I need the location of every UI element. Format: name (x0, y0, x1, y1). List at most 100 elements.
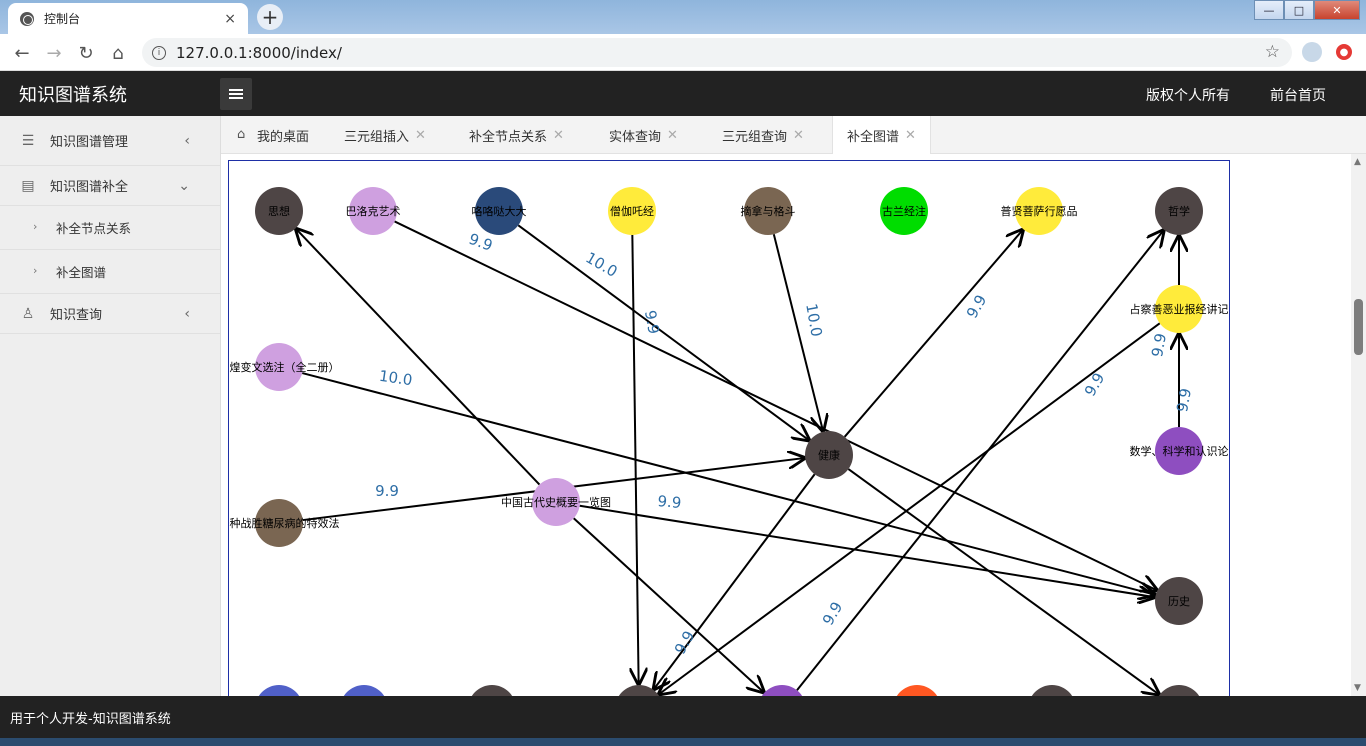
graph-node[interactable] (340, 685, 388, 696)
graph-node-label: 数学、科学和认识论 (1130, 444, 1229, 458)
copyright-link[interactable]: 版权个人所有 (1146, 85, 1230, 105)
graph-node-label: 思想 (268, 204, 290, 218)
graph-node-label: 一种战胜糖尿病的特效法 (229, 516, 340, 530)
edge-weight-label: 9.9 (1148, 332, 1170, 359)
browser-toolbar: ← → ↻ ⌂ i 127.0.0.1:8000/index/ ☆ (0, 34, 1366, 71)
graph-node[interactable] (255, 685, 303, 696)
graph-node-label: 古兰经注 (882, 204, 926, 218)
user-icon: ♙ (21, 306, 35, 322)
edge-weight-label: 10.0 (802, 302, 826, 338)
sidebar-subitem-complete-relations[interactable]: › 补全节点关系 (0, 206, 220, 250)
os-taskbar (0, 738, 1366, 746)
graph-node-label: 咯咯哒大大 (472, 204, 527, 218)
chevron-left-icon: ‹ (184, 306, 190, 322)
window-controls: — □ ✕ (1254, 0, 1360, 20)
sidebar-item-kg-manage[interactable]: ☰ 知识图谱管理 ‹ (0, 116, 220, 166)
edge-weight-label: 9.9 (671, 628, 699, 658)
tab-label: 补全节点关系 (469, 129, 548, 145)
frontend-home-link[interactable]: 前台首页 (1270, 85, 1326, 105)
scroll-down-icon[interactable]: ▼ (1354, 683, 1361, 693)
tab-label: 三元组插入 (344, 129, 410, 145)
tab-entity-query[interactable]: 实体查询 ✕ (609, 116, 678, 154)
chevron-right-icon: › (33, 220, 38, 233)
app-header: 知识图谱系统 版权个人所有 前台首页 (0, 71, 1366, 116)
scrollbar-thumb[interactable] (1354, 299, 1363, 355)
graph-node[interactable] (893, 685, 941, 696)
back-icon[interactable]: ← (11, 42, 33, 64)
graph-edge (517, 224, 809, 440)
graph-node[interactable] (468, 685, 516, 696)
new-tab-button[interactable]: + (257, 4, 283, 30)
tab-label: 补全图谱 (847, 130, 900, 145)
sidebar-subitem-complete-graph[interactable]: › 补全图谱 (0, 250, 220, 294)
graph-edge (847, 468, 1158, 694)
close-window-button[interactable]: ✕ (1314, 0, 1360, 20)
main-content: 9.9 10.0 9.9 10.0 9.9 9.9 9.9 10.0 9.9 9.9 9.9 9.9 9… (221, 154, 1351, 696)
edge-weight-label: 9.9 (1173, 387, 1195, 414)
extension-icon[interactable]: ● (1336, 44, 1352, 60)
list-icon: ☰ (21, 133, 35, 149)
tab-label: 我的桌面 (257, 129, 310, 145)
graph-node-label: 健康 (818, 448, 840, 462)
close-icon[interactable]: ✕ (415, 128, 426, 143)
graph-node-label: 巴洛克艺术 (346, 204, 401, 218)
graph-node-label: 占察善恶业报经讲记 (1130, 302, 1229, 316)
edge-weight-label: 9.9 (375, 482, 399, 500)
globe-icon (20, 11, 34, 26)
footer: 用于个人开发-知识图谱系统 (0, 696, 1366, 738)
graph-node[interactable] (1155, 685, 1203, 696)
info-icon[interactable]: i (152, 45, 166, 60)
graph-svg[interactable]: 9.910.09.9 10.0 9.99.99.910.09.99.99.99.99… (229, 161, 1230, 696)
sidebar-item-knowledge-query[interactable]: ♙ 知识查询 ‹ (0, 294, 220, 334)
edge-weight-label: 9.9 (819, 599, 847, 629)
tab-complete-graph[interactable]: 补全图谱 ✕ (832, 116, 931, 155)
vertical-scrollbar[interactable]: ▲ ▼ (1351, 154, 1366, 696)
browser-tab-title: 控制台 (44, 12, 81, 26)
scroll-up-icon[interactable]: ▲ (1354, 157, 1361, 167)
chevron-right-icon: › (33, 264, 38, 277)
sidebar: ☰ 知识图谱管理 ‹ ▤ 知识图谱补全 ⌄ › 补全节点关系 › 补全图谱 ♙ … (0, 116, 221, 696)
browser-tab[interactable]: 控制台 × (8, 3, 248, 34)
sidebar-item-label: 知识图谱补全 (50, 180, 129, 195)
sidebar-subitem-label: 补全节点关系 (56, 221, 132, 236)
graph-node-label: 僧伽吒经 (610, 204, 654, 218)
forward-icon[interactable]: → (43, 42, 65, 64)
chevron-down-icon: ⌄ (178, 178, 190, 194)
close-icon[interactable]: ✕ (667, 128, 678, 143)
edge-weight-label: 9.9 (657, 492, 682, 512)
tab-my-desktop[interactable]: ⌂ 我的桌面 (237, 116, 309, 154)
close-icon[interactable]: ✕ (905, 128, 916, 143)
sidebar-subitem-label: 补全图谱 (56, 265, 107, 280)
graph-node-label: 普贤菩萨行愿品 (1001, 204, 1078, 218)
sidebar-item-label: 知识图谱管理 (50, 135, 129, 150)
brand-title: 知识图谱系统 (19, 85, 127, 106)
browser-titlebar: 控制台 × + — □ ✕ (0, 0, 1366, 34)
sidebar-item-kg-complete[interactable]: ▤ 知识图谱补全 ⌄ (0, 166, 220, 206)
graph-node[interactable] (1028, 685, 1076, 696)
reload-icon[interactable]: ↻ (75, 42, 97, 64)
graph-edge (659, 322, 1161, 694)
minimize-button[interactable]: — (1254, 0, 1284, 20)
maximize-button[interactable]: □ (1284, 0, 1314, 20)
edge-weight-label: 9.9 (1081, 370, 1109, 400)
tab-label: 三元组查询 (722, 129, 788, 145)
tab-bar: ⌂ 我的桌面 三元组插入 ✕ 补全节点关系 ✕ 实体查询 ✕ 三元组查询 ✕ 补… (221, 116, 1366, 155)
knowledge-graph-canvas[interactable]: 9.9 10.0 9.9 10.0 9.9 9.9 9.9 10.0 9.9 9.9 9.9 9.9 9… (228, 160, 1230, 696)
tab-triple-query[interactable]: 三元组查询 ✕ (722, 116, 804, 154)
menu-toggle-button[interactable] (220, 78, 252, 110)
profile-avatar[interactable] (1302, 42, 1322, 62)
close-tab-icon[interactable]: × (224, 11, 236, 27)
edge-weight-label: 9.9 (641, 309, 663, 336)
close-icon[interactable]: ✕ (553, 128, 564, 143)
tab-triple-insert[interactable]: 三元组插入 ✕ (344, 116, 426, 154)
graph-edge (301, 372, 1155, 595)
tab-complete-relations[interactable]: 补全节点关系 ✕ (469, 116, 564, 154)
bookmark-star-icon[interactable]: ☆ (1265, 42, 1280, 62)
home-icon: ⌂ (237, 127, 246, 142)
graph-edge (573, 517, 764, 692)
graph-node-label: 敦煌变文选注（全二册） (229, 360, 340, 374)
close-icon[interactable]: ✕ (793, 128, 804, 143)
home-icon[interactable]: ⌂ (107, 42, 129, 64)
graph-edge (843, 230, 1023, 438)
address-bar[interactable]: i 127.0.0.1:8000/index/ ☆ (142, 38, 1292, 67)
